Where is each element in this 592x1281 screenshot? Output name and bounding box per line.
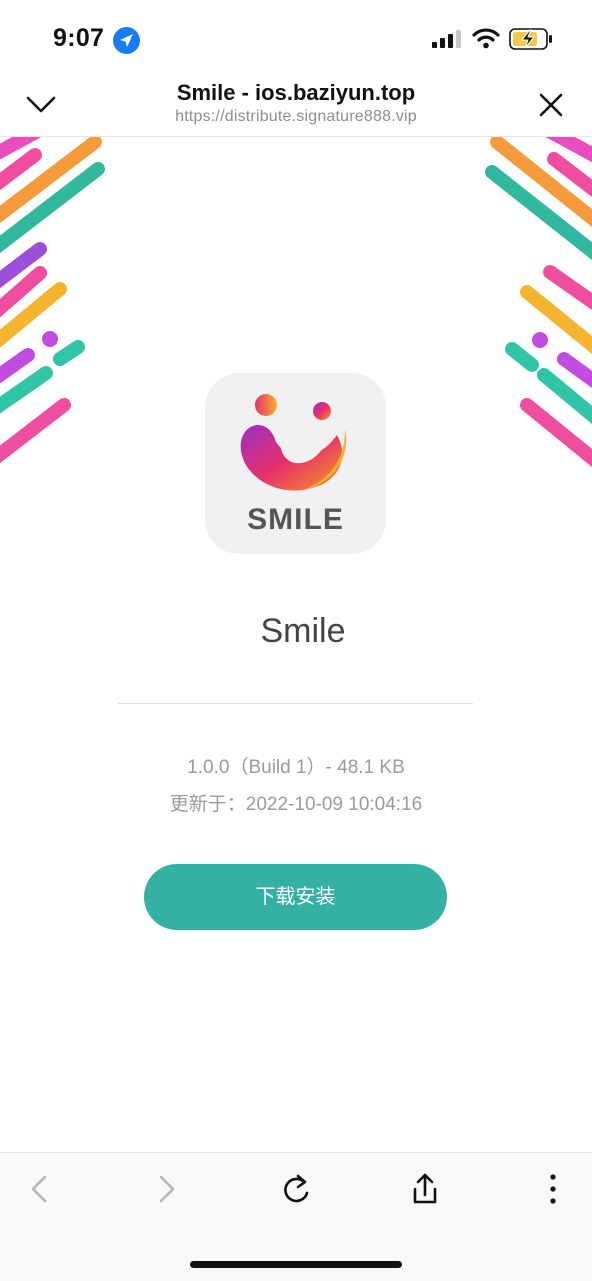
app-icon[interactable]: SMILE xyxy=(205,373,386,554)
home-indicator xyxy=(190,1261,402,1268)
forward-arrow-icon[interactable] xyxy=(152,1169,182,1209)
location-arrow-icon xyxy=(113,27,140,54)
back-arrow-icon[interactable] xyxy=(24,1169,54,1209)
wifi-icon xyxy=(472,28,500,49)
close-icon[interactable] xyxy=(536,90,566,120)
share-icon[interactable] xyxy=(408,1169,442,1209)
smile-logo-icon xyxy=(240,394,347,491)
update-time: 更新于：2022-10-09 10:04:16 xyxy=(169,794,423,815)
reload-icon[interactable] xyxy=(278,1169,314,1209)
divider xyxy=(118,703,473,704)
app-icon-label: SMILE xyxy=(247,503,344,536)
status-time: 9:07 xyxy=(53,24,105,52)
cellular-signal-icon xyxy=(432,30,461,48)
page-title: Smile - ios.baziyun.top xyxy=(176,80,416,105)
page-url: https://distribute.signature888.vip xyxy=(175,108,417,125)
battery-charging-icon xyxy=(509,28,552,50)
app-name: Smile xyxy=(260,612,346,650)
decorative-stripes-left xyxy=(0,137,105,464)
more-vertical-icon[interactable] xyxy=(544,1169,562,1209)
status-bar: 9:07 xyxy=(0,0,592,70)
version-info: 1.0.0（Build 1）- 48.1 KB xyxy=(187,757,405,778)
browser-header: Smile - ios.baziyun.top https://distribu… xyxy=(0,70,592,137)
decorative-stripes-right xyxy=(485,137,592,467)
install-button[interactable]: 下载安装 xyxy=(144,864,447,930)
